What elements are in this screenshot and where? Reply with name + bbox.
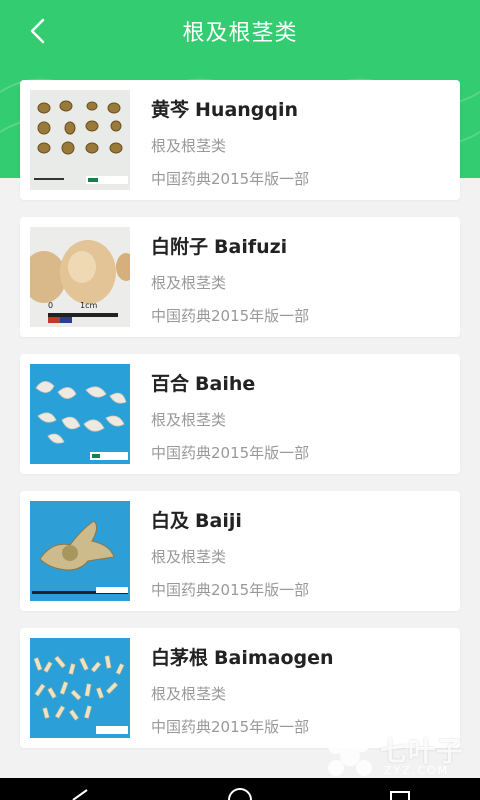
item-category: 根及根茎类 (151, 274, 227, 292)
item-category: 根及根茎类 (151, 685, 227, 703)
item-source: 中国药典2015年版一部 (151, 581, 310, 599)
item-name-cn: 白附子 (151, 236, 209, 258)
item-name-pinyin: Baihe (195, 373, 256, 395)
watermark-logo: 七叶子 ZYZ.COM (322, 728, 472, 784)
item-info: 白附子 Baifuzi 根及根茎类 中国药典2015年版一部 (151, 227, 309, 327)
item-category: 根及根茎类 (151, 411, 227, 429)
item-name-cn: 百合 (151, 373, 190, 395)
item-name-pinyin: Huangqin (195, 99, 299, 121)
scale-unit-label: 1cm (80, 301, 98, 310)
list-item[interactable]: 黄芩 Huangqin 根及根茎类 中国药典2015年版一部 (20, 80, 460, 200)
list-item[interactable]: 0 1cm 白附子 Baifuzi 根及根茎类 中国药典2015年版一部 (20, 217, 460, 337)
leaf-logo-icon (328, 736, 372, 776)
item-name: 白及 Baiji (151, 506, 309, 532)
item-category: 根及根茎类 (151, 548, 227, 566)
item-name-cn: 黄芩 (151, 99, 190, 121)
item-category: 根及根茎类 (151, 137, 227, 155)
herb-thumbnail (30, 364, 130, 464)
herb-thumbnail: 0 1cm (30, 227, 130, 327)
item-source: 中国药典2015年版一部 (151, 307, 310, 325)
chevron-left-icon (30, 18, 45, 44)
herb-thumbnail (30, 90, 130, 190)
item-name-cn: 白茅根 (151, 647, 209, 669)
item-name: 白茅根 Baimaogen (151, 643, 334, 669)
item-info: 白茅根 Baimaogen 根及根茎类 中国药典2015年版一部 (151, 638, 334, 738)
item-info: 白及 Baiji 根及根茎类 中国药典2015年版一部 (151, 501, 309, 601)
herb-list: 黄芩 Huangqin 根及根茎类 中国药典2015年版一部 0 1cm 白附子 B… (20, 80, 460, 765)
nav-recents-icon[interactable] (385, 778, 415, 800)
herb-thumbnail (30, 638, 130, 738)
item-name: 黄芩 Huangqin (151, 95, 309, 121)
item-name-pinyin: Baimaogen (214, 647, 334, 669)
back-button[interactable] (22, 15, 54, 47)
nav-back-icon[interactable] (65, 778, 95, 800)
item-name-pinyin: Baifuzi (214, 236, 288, 258)
nav-home-icon[interactable] (225, 778, 255, 800)
item-info: 黄芩 Huangqin 根及根茎类 中国药典2015年版一部 (151, 90, 309, 190)
page-title: 根及根茎类 (182, 21, 298, 46)
item-source: 中国药典2015年版一部 (151, 444, 310, 462)
list-item[interactable]: 百合 Baihe 根及根茎类 中国药典2015年版一部 (20, 354, 460, 474)
herb-thumbnail (30, 501, 130, 601)
item-info: 百合 Baihe 根及根茎类 中国药典2015年版一部 (151, 364, 309, 464)
item-name: 白附子 Baifuzi (151, 232, 309, 258)
item-source: 中国药典2015年版一部 (151, 170, 310, 188)
item-name-cn: 白及 (151, 510, 190, 532)
list-item[interactable]: 白及 Baiji 根及根茎类 中国药典2015年版一部 (20, 491, 460, 611)
top-bar: 根及根茎类 (0, 0, 480, 62)
item-name-pinyin: Baiji (195, 510, 242, 532)
item-source: 中国药典2015年版一部 (151, 718, 310, 736)
item-name: 百合 Baihe (151, 369, 309, 395)
scale-zero-label: 0 (48, 301, 54, 310)
watermark-url: ZYZ.COM (384, 764, 450, 777)
system-nav-bar (0, 778, 480, 800)
